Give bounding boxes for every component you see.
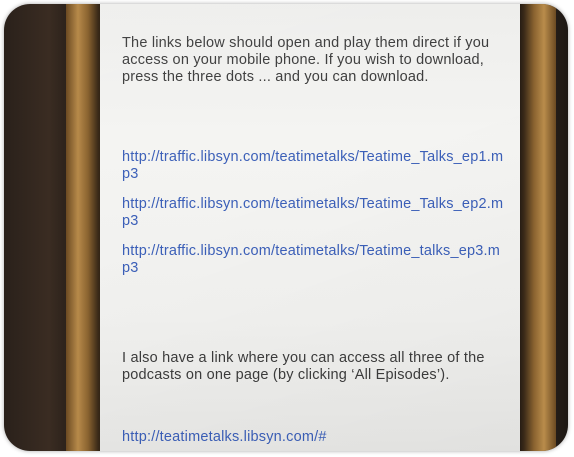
intro-text: The links below should open and play the… xyxy=(122,35,490,85)
episode-3-link[interactable]: http://traffic.libsyn.com/teatimetalks/T… xyxy=(122,243,506,277)
phone-frame-right xyxy=(516,4,556,451)
outro-text: I also have a link where you can access … xyxy=(122,350,485,383)
all-episodes-link[interactable]: http://teatimetalks.libsyn.com/# xyxy=(122,429,506,446)
phone-screen: The links below should open and play the… xyxy=(100,4,520,451)
episode-1-link[interactable]: http://traffic.libsyn.com/teatimetalks/T… xyxy=(122,149,506,183)
photo-frame: The links below should open and play the… xyxy=(4,4,568,451)
episode-2-link[interactable]: http://traffic.libsyn.com/teatimetalks/T… xyxy=(122,196,506,230)
